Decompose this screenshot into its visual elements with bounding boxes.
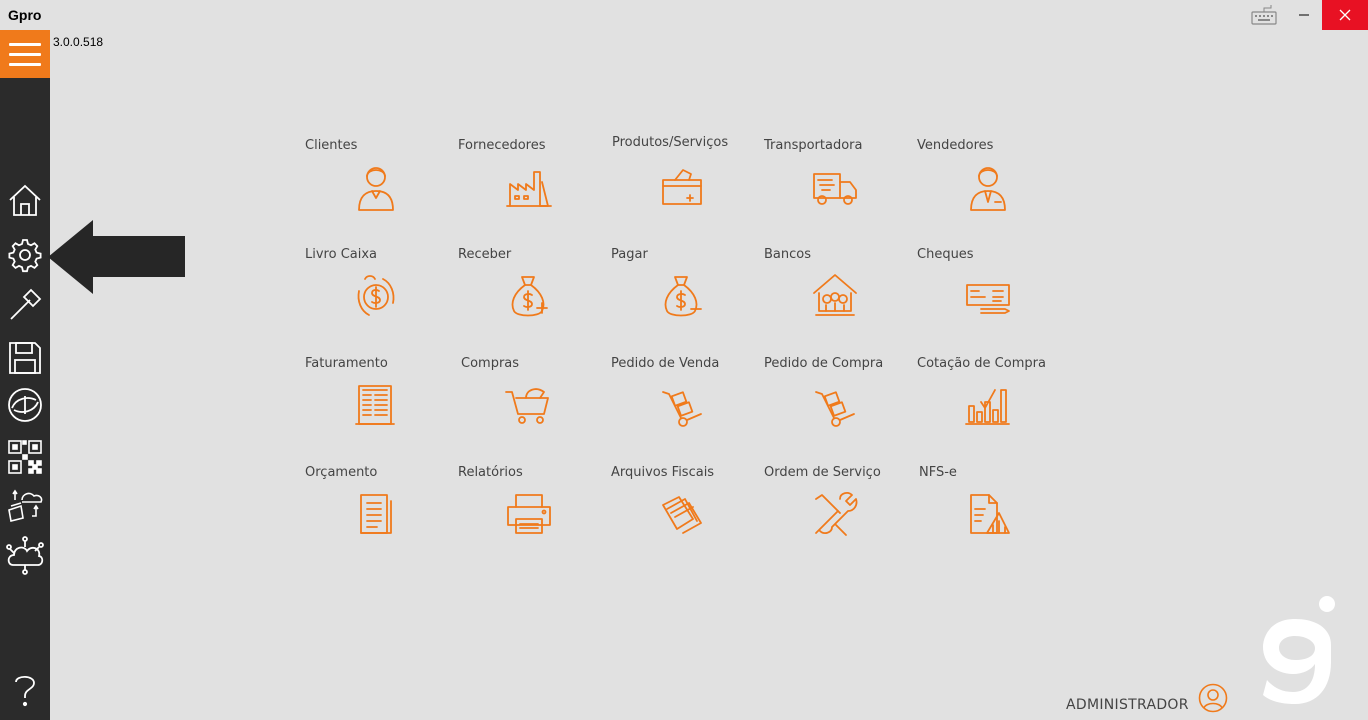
close-icon <box>1339 9 1351 21</box>
printer-icon <box>504 489 554 539</box>
cloud-sync-icon[interactable] <box>5 485 45 525</box>
money-bag-plus-icon <box>504 271 554 321</box>
module-ordem-de-servi-o[interactable]: Ordem de Serviço <box>764 465 914 565</box>
minimize-icon <box>1299 14 1309 16</box>
hand-truck-icon <box>810 380 860 430</box>
sidebar <box>0 30 50 720</box>
module-label: Livro Caixa <box>305 247 378 262</box>
money-bag-minus-icon <box>657 271 707 321</box>
module-pagar[interactable]: Pagar <box>611 247 761 347</box>
module-label: Transportadora <box>764 138 863 153</box>
module-label: Compras <box>461 356 520 371</box>
title-bar: Gpro <box>0 0 1368 30</box>
module-label: Relatórios <box>458 465 523 480</box>
module-label: Cheques <box>917 247 974 262</box>
files-icon <box>657 489 707 539</box>
module-label: Orçamento <box>305 465 378 480</box>
module-faturamento[interactable]: Faturamento <box>305 356 455 456</box>
hand-truck-icon <box>657 380 707 430</box>
bank-icon <box>810 271 860 321</box>
module-bancos[interactable]: Bancos <box>764 247 914 347</box>
invoice-icon <box>351 380 401 430</box>
module-cheques[interactable]: Cheques <box>917 247 1067 347</box>
user-avatar-icon[interactable] <box>1198 683 1228 713</box>
module-label: NFS-e <box>919 465 957 480</box>
gear-icon[interactable] <box>5 235 45 275</box>
user-name: ADMINISTRADOR <box>1066 697 1189 713</box>
app-title: Gpro <box>8 7 42 23</box>
shopping-cart-icon <box>504 380 554 430</box>
module-vendedores[interactable]: Vendedores <box>917 138 1067 238</box>
minimize-button[interactable] <box>1288 0 1320 30</box>
module-clientes[interactable]: Clientes <box>305 138 455 238</box>
module-label: Fornecedores <box>458 138 546 153</box>
module-label: Cotação de Compra <box>917 356 1046 371</box>
module-label: Clientes <box>305 138 358 153</box>
bar-chart-check-icon <box>963 380 1013 430</box>
module-fornecedores[interactable]: Fornecedores <box>458 138 608 238</box>
module-label: Receber <box>458 247 512 262</box>
hammer-icon[interactable] <box>5 285 45 325</box>
module-livro-caixa[interactable]: Livro Caixa <box>305 247 455 347</box>
module-receber[interactable]: Receber <box>458 247 608 347</box>
person-icon <box>351 162 401 212</box>
module-or-amento[interactable]: Orçamento <box>305 465 455 565</box>
module-label: Faturamento <box>305 356 388 371</box>
tools-icon <box>810 489 860 539</box>
keyboard-icon <box>1251 5 1277 25</box>
module-produtos-servi-os[interactable]: Produtos/Serviços <box>612 135 762 235</box>
module-label: Vendedores <box>917 138 994 153</box>
module-relat-rios[interactable]: Relatórios <box>458 465 608 565</box>
module-arquivos-fiscais[interactable]: Arquivos Fiscais <box>611 465 761 565</box>
module-label: Arquivos Fiscais <box>611 465 715 480</box>
save-icon[interactable] <box>5 338 45 378</box>
pointer-arrow-icon <box>48 220 185 294</box>
hamburger-menu-button[interactable] <box>0 30 50 78</box>
module-label: Produtos/Serviços <box>612 135 729 150</box>
qr-code-icon[interactable] <box>5 437 45 477</box>
close-button[interactable] <box>1322 0 1368 30</box>
document-list-icon <box>351 489 401 539</box>
sync-logo-icon[interactable] <box>5 385 45 425</box>
document-chart-icon <box>963 489 1013 539</box>
module-cota-o-de-compra[interactable]: Cotação de Compra <box>917 356 1067 456</box>
salesperson-icon <box>963 162 1013 212</box>
module-label: Ordem de Serviço <box>764 465 881 480</box>
cash-cycle-icon <box>351 271 401 321</box>
module-label: Pagar <box>611 247 648 262</box>
module-nfs-e[interactable]: NFS-e <box>919 465 1069 565</box>
module-compras[interactable]: Compras <box>461 356 611 456</box>
box-icon <box>657 162 707 212</box>
check-icon <box>963 271 1013 321</box>
cloud-network-icon[interactable] <box>5 535 45 575</box>
truck-icon <box>810 162 860 212</box>
home-icon[interactable] <box>5 180 45 220</box>
version-label: 3.0.0.518 <box>53 35 104 49</box>
brand-logo <box>1263 596 1335 704</box>
keyboard-button[interactable] <box>1248 0 1280 30</box>
factory-icon <box>504 162 554 212</box>
module-pedido-de-venda[interactable]: Pedido de Venda <box>611 356 761 456</box>
help-icon[interactable] <box>5 670 45 710</box>
module-transportadora[interactable]: Transportadora <box>764 138 914 238</box>
module-label: Pedido de Venda <box>611 356 720 371</box>
module-label: Bancos <box>764 247 811 262</box>
module-pedido-de-compra[interactable]: Pedido de Compra <box>764 356 914 456</box>
module-label: Pedido de Compra <box>764 356 884 371</box>
